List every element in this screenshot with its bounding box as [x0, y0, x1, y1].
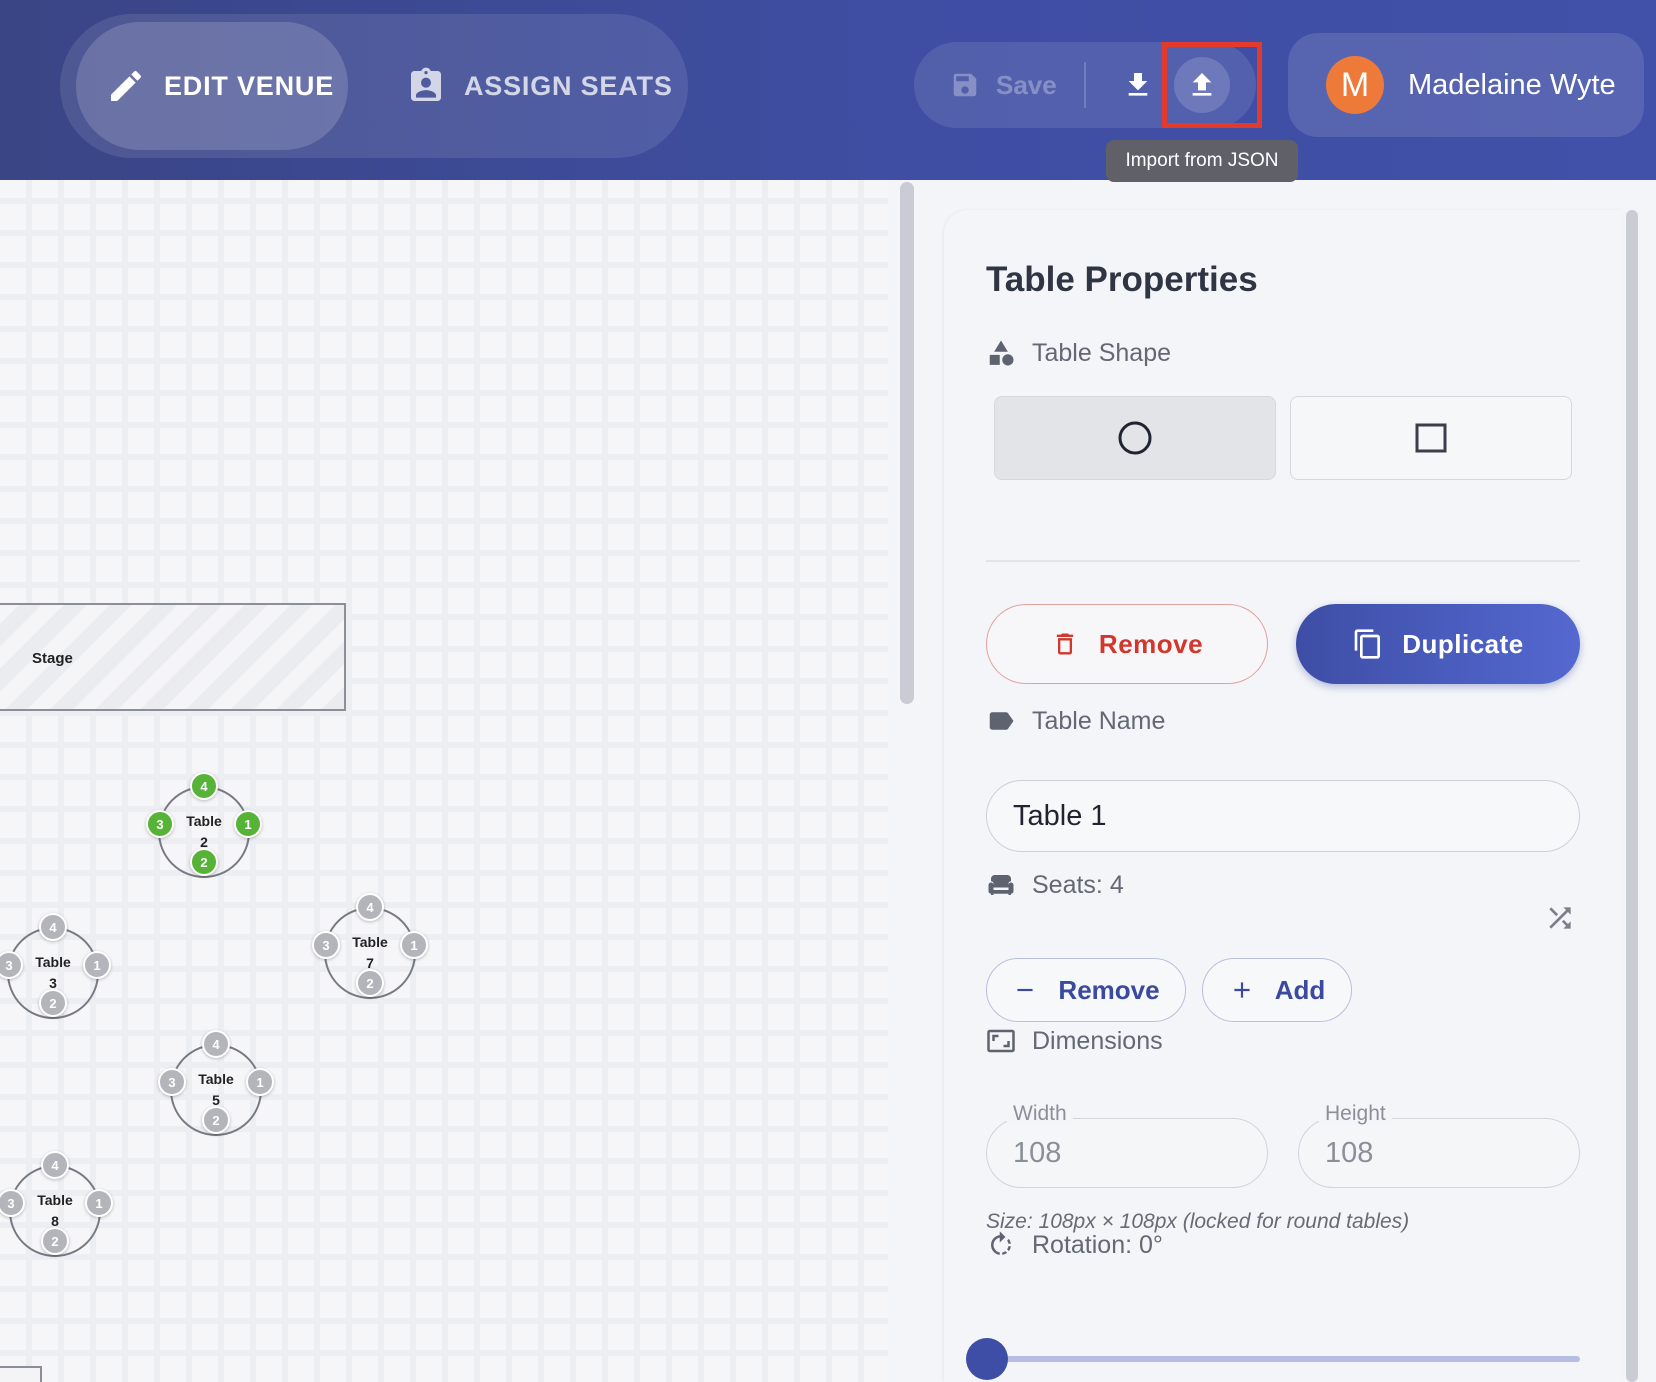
toolbar-divider — [1084, 62, 1086, 108]
table-group: Table 7 4 1 2 3 — [312, 893, 428, 999]
seat[interactable]: 4 — [39, 913, 67, 941]
remove-seat-label: Remove — [1058, 974, 1160, 1005]
import-tooltip: Import from JSON — [1106, 140, 1298, 182]
seat[interactable]: 1 — [83, 951, 111, 979]
table-properties-panel: Table Properties Table Shape Remove Dupl… — [944, 210, 1622, 1382]
edit-venue-label: EDIT VENUE — [164, 70, 335, 101]
copy-icon — [1354, 629, 1381, 659]
canvas-scrollbar[interactable] — [900, 182, 914, 704]
duplicate-table-label: Duplicate — [1402, 628, 1524, 659]
height-value: 108 — [1325, 1137, 1374, 1169]
seat[interactable]: 1 — [400, 931, 428, 959]
table-group: Table 2 4 1 2 3 — [146, 772, 262, 878]
badge-icon — [411, 67, 441, 101]
download-button[interactable] — [1112, 59, 1164, 111]
stage-area[interactable]: Stage — [0, 603, 346, 711]
remove-table-button[interactable]: Remove — [986, 604, 1268, 684]
height-label: Height — [1319, 1102, 1392, 1126]
table-name-label: Table Name — [1032, 706, 1166, 735]
seats-count-label: Seats: 4 — [1032, 870, 1124, 899]
remove-table-label: Remove — [1098, 628, 1204, 659]
add-seat-label: Add — [1274, 974, 1326, 1005]
dimensions-section: Dimensions — [986, 1026, 1163, 1056]
table-group: Table 5 4 1 2 3 — [158, 1030, 274, 1136]
seat[interactable]: 2 — [39, 989, 67, 1017]
save-label: Save — [996, 69, 1057, 100]
mode-switch: EDIT VENUE ASSIGN SEATS — [60, 14, 688, 158]
venue-element[interactable] — [0, 1366, 42, 1382]
square-icon — [1415, 423, 1447, 453]
venue-canvas[interactable]: Stage Table 2 4 1 2 3 Table 3 4 1 2 3 Ta… — [0, 180, 888, 1382]
table-name-input[interactable]: Table 1 — [986, 780, 1580, 852]
panel-title: Table Properties — [986, 260, 1258, 299]
table-name: Table — [186, 813, 222, 829]
seat[interactable]: 3 — [158, 1068, 186, 1096]
user-name: Madelaine Wyte — [1408, 68, 1616, 101]
seat[interactable]: 2 — [41, 1227, 69, 1255]
rotation-slider-thumb[interactable] — [966, 1338, 1008, 1380]
seat[interactable]: 4 — [41, 1151, 69, 1179]
table-name: Table — [198, 1071, 234, 1087]
plus-icon — [1234, 982, 1250, 998]
divider — [986, 560, 1580, 562]
add-seat-button[interactable]: Add — [1202, 958, 1352, 1022]
table-group: Table 8 4 1 2 3 — [0, 1151, 113, 1257]
user-menu[interactable]: M Madelaine Wyte — [1288, 33, 1644, 137]
highlight-box — [1162, 42, 1262, 128]
seat[interactable]: 4 — [190, 772, 218, 800]
shuffle-icon — [1549, 907, 1571, 929]
pencil-icon — [111, 70, 142, 101]
sofa-icon — [988, 875, 1014, 895]
shape-square-button[interactable] — [1290, 396, 1572, 480]
seat[interactable]: 1 — [246, 1068, 274, 1096]
seat[interactable]: 4 — [356, 893, 384, 921]
seat[interactable]: 1 — [234, 810, 262, 838]
remove-seat-button[interactable]: Remove — [986, 958, 1186, 1022]
panel-scrollbar[interactable] — [1626, 210, 1638, 1382]
seat[interactable]: 2 — [202, 1106, 230, 1134]
width-field[interactable]: Width 108 — [986, 1102, 1268, 1188]
rotation-slider-track[interactable] — [986, 1356, 1580, 1362]
assign-seats-tab[interactable]: ASSIGN SEATS — [390, 22, 680, 150]
seat[interactable]: 2 — [190, 848, 218, 876]
table-name: Table — [352, 934, 388, 950]
shapes-icon — [989, 340, 1014, 366]
table-shape-label: Table Shape — [1032, 338, 1172, 367]
avatar: M — [1326, 56, 1384, 114]
width-label: Width — [1007, 1102, 1073, 1126]
seat[interactable]: 1 — [85, 1189, 113, 1217]
table-name: Table — [35, 954, 71, 970]
height-field[interactable]: Height 108 — [1298, 1102, 1580, 1188]
rotation-section: Rotation: 0° — [986, 1230, 1163, 1260]
edit-venue-tab[interactable]: EDIT VENUE — [76, 22, 348, 150]
trash-icon — [1056, 633, 1074, 655]
shape-circle-button[interactable] — [994, 396, 1276, 480]
seat[interactable]: 4 — [202, 1030, 230, 1058]
table-name: Table — [37, 1192, 73, 1208]
stage-label: Stage — [32, 650, 73, 667]
seat[interactable]: 3 — [146, 810, 174, 838]
minus-icon — [1017, 988, 1034, 992]
width-value: 108 — [1013, 1137, 1062, 1169]
seats-section: Seats: 4 — [986, 870, 1124, 900]
download-icon — [1128, 73, 1148, 96]
seat[interactable]: 2 — [356, 969, 384, 997]
seat[interactable]: 3 — [312, 931, 340, 959]
table-name-section: Table Name — [986, 706, 1165, 736]
app-header: EDIT VENUE ASSIGN SEATS Save Import from… — [0, 0, 1656, 182]
label-icon — [989, 712, 1014, 730]
shuffle-button[interactable] — [1544, 902, 1576, 934]
table-shape-section: Table Shape — [986, 338, 1171, 368]
dimensions-label: Dimensions — [1032, 1026, 1163, 1055]
assign-seats-label: ASSIGN SEATS — [464, 70, 673, 101]
table-group: Table 3 4 1 2 3 — [0, 913, 111, 1019]
floppy-icon — [953, 73, 977, 97]
rotation-label: Rotation: 0° — [1032, 1230, 1163, 1259]
rotate-icon — [991, 1231, 1011, 1255]
aspect-ratio-icon — [987, 1029, 1015, 1053]
duplicate-table-button[interactable]: Duplicate — [1296, 604, 1580, 684]
save-button[interactable]: Save — [950, 42, 1057, 128]
circle-icon — [1118, 421, 1152, 455]
